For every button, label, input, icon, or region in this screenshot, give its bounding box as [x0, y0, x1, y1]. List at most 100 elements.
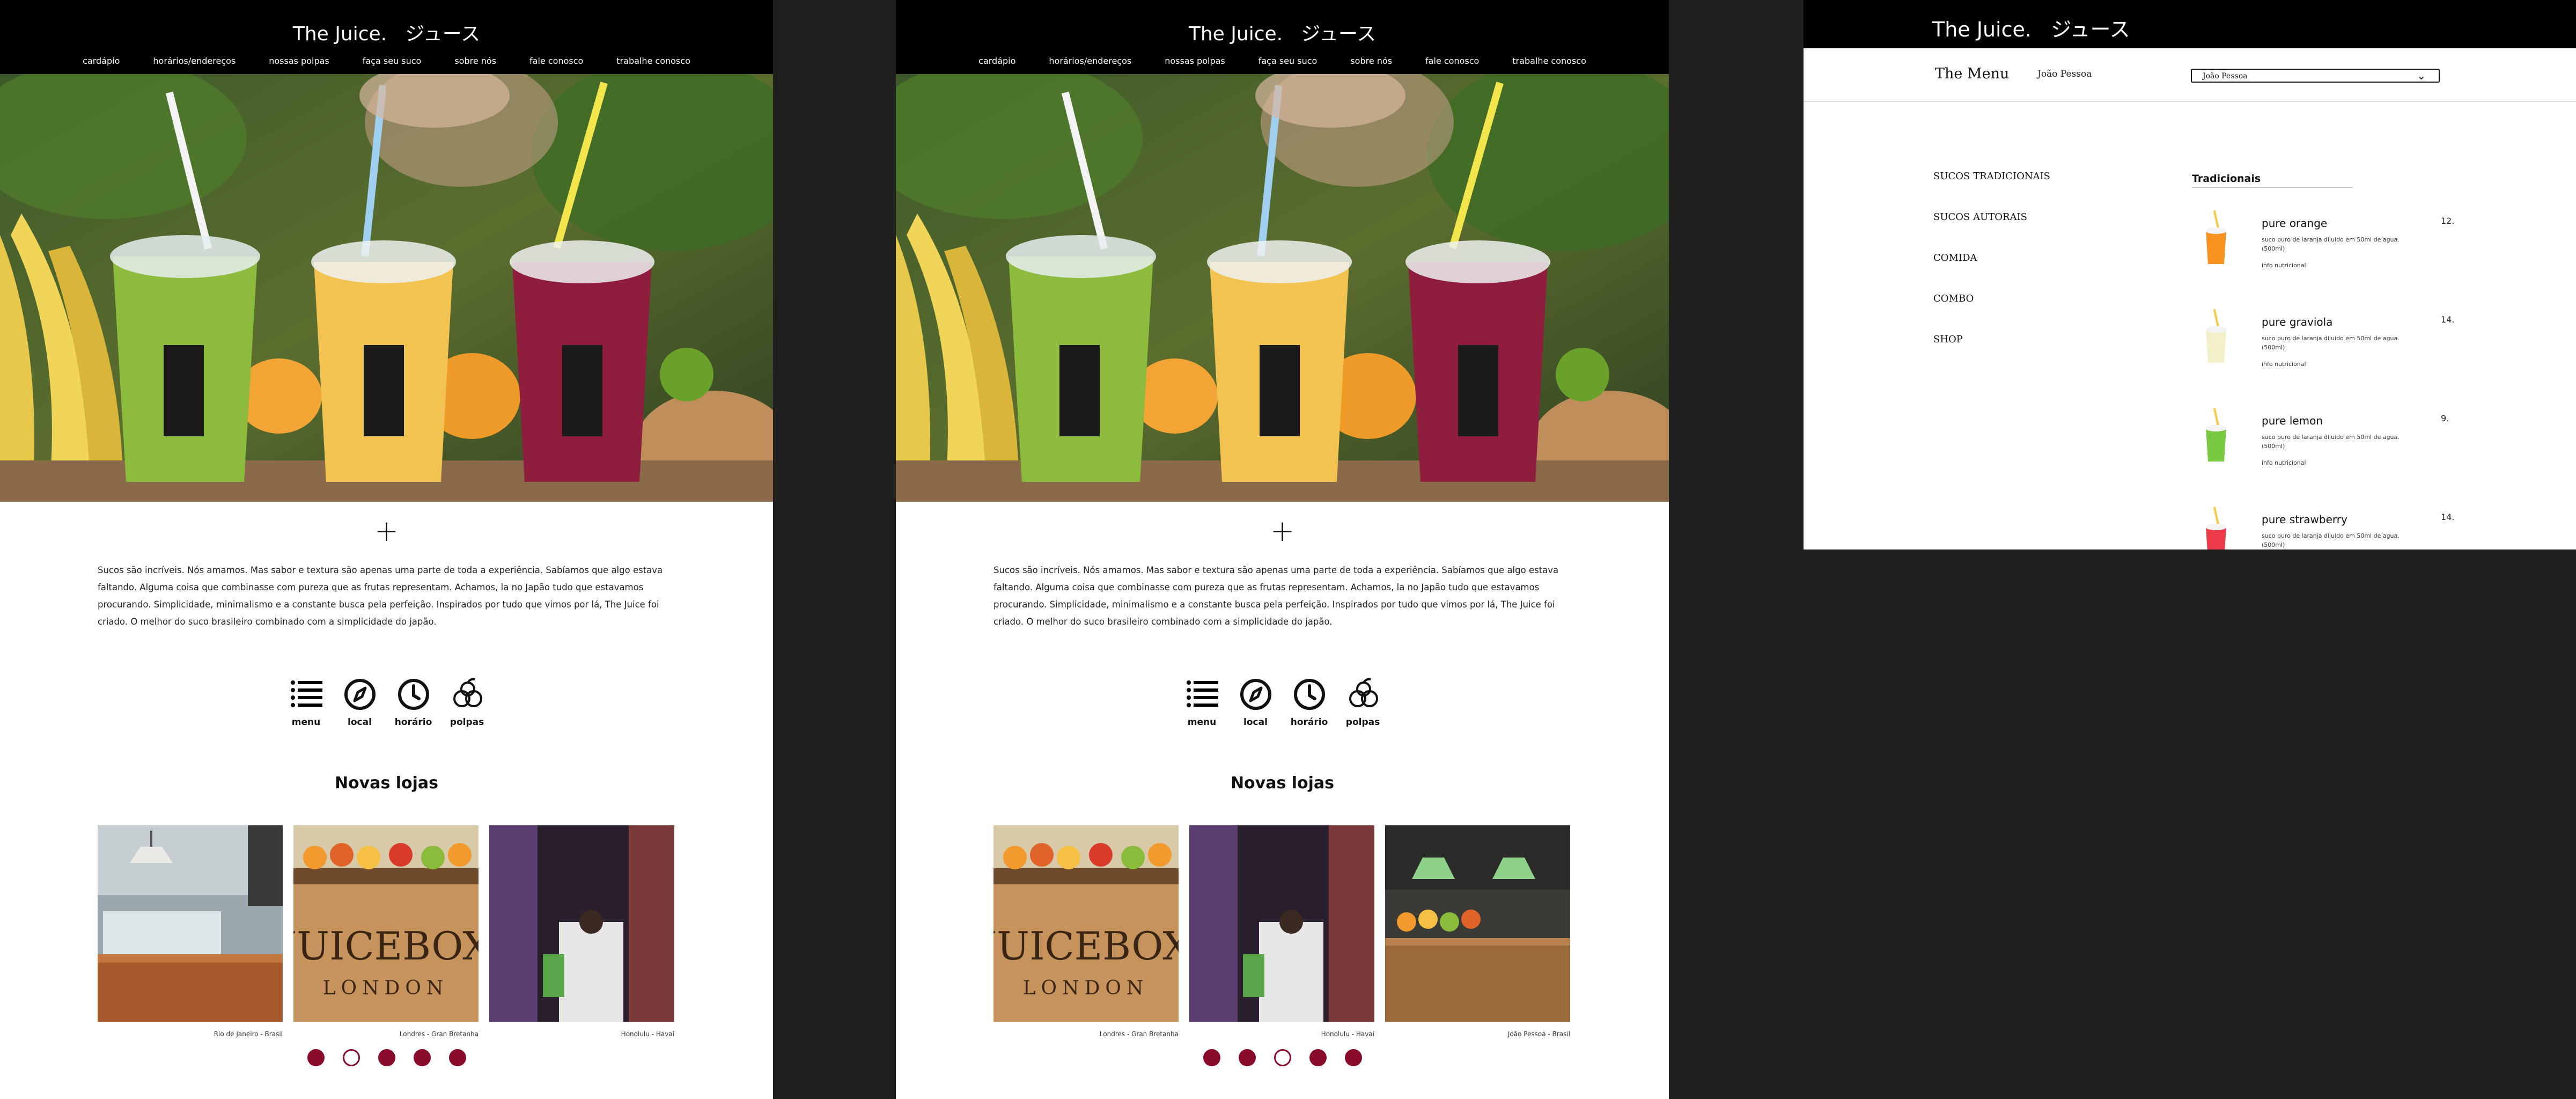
- list-icon: [290, 680, 322, 707]
- store-card-honolulu[interactable]: Honolulu - Havaí: [1189, 825, 1374, 1038]
- clock-icon: [398, 679, 429, 710]
- quick-link-label: horário: [394, 717, 432, 728]
- store-caption: Londres - Gran Bretanha: [1099, 1030, 1179, 1038]
- store-card-london[interactable]: JUICEBOX LONDON Londres - Gran Bretanha: [293, 825, 479, 1038]
- carousel-dot-3-active[interactable]: [1274, 1049, 1291, 1066]
- nav-link-fale-conosco[interactable]: fale conosco: [529, 56, 583, 66]
- quick-link-horario[interactable]: horário: [1290, 677, 1328, 728]
- city-select[interactable]: João Pessoa ⌄: [2191, 69, 2440, 83]
- svg-text:JUICEBOX: JUICEBOX: [293, 924, 479, 969]
- store-caption: Rio de Janeiro - Brasil: [214, 1030, 283, 1038]
- compass-icon: [1240, 679, 1271, 710]
- quick-links-row: menu local horário polpas: [896, 677, 1669, 728]
- clock-icon: [1293, 679, 1325, 710]
- carousel-dot-4[interactable]: [1309, 1049, 1327, 1066]
- store-photo-honolulu: [1189, 825, 1374, 1022]
- menu-item-name: pure strawberry: [2262, 513, 2347, 526]
- new-stores-title: Novas lojas: [334, 774, 439, 793]
- store-caption: Honolulu - Havaí: [1321, 1030, 1374, 1038]
- expand-plus-icon[interactable]: +: [896, 515, 1669, 547]
- list-icon: [1186, 680, 1218, 707]
- nav-link-sobre-nos[interactable]: sobre nós: [1350, 56, 1392, 66]
- carousel-dot-5[interactable]: [448, 1049, 466, 1066]
- nav-link-polpas[interactable]: nossas polpas: [269, 56, 329, 66]
- menu-items-list: pure orange 12. suco puro de laranja dil…: [2203, 210, 2557, 550]
- nav-link-fale-conosco[interactable]: fale conosco: [1425, 56, 1479, 66]
- quick-link-label: local: [348, 717, 372, 728]
- store-photo-joao-pessoa: [1385, 825, 1570, 1022]
- svg-text:LONDON: LONDON: [1023, 977, 1149, 999]
- compass-icon: [344, 679, 376, 710]
- category-shop[interactable]: SHOP: [1933, 334, 2050, 375]
- brand-logo[interactable]: The Juice. ジュース: [896, 18, 1669, 46]
- quick-link-label: local: [1243, 717, 1268, 728]
- menu-item-lemon[interactable]: pure lemon 9. suco puro de laranja dilui…: [2203, 408, 2557, 507]
- store-photo-london: JUICEBOX LONDON: [993, 825, 1179, 1022]
- menu-item-graviola[interactable]: pure graviola 14. suco puro de laranja d…: [2203, 309, 2557, 408]
- quick-link-local[interactable]: local: [342, 677, 378, 728]
- nav-link-trabalhe-conosco[interactable]: trabalhe conosco: [616, 56, 690, 66]
- menu-page-panel: The Juice. ジュース The Menu João Pessoa Joã…: [1804, 0, 2576, 550]
- menu-item-strawberry[interactable]: pure strawberry 14. suco puro de laranja…: [2203, 507, 2557, 550]
- menu-item-orange[interactable]: pure orange 12. suco puro de laranja dil…: [2203, 210, 2557, 309]
- juice-cup-orange: [2205, 210, 2227, 264]
- section-title: Tradicionais: [2192, 173, 2353, 188]
- quick-link-label: polpas: [1345, 717, 1380, 728]
- category-sucos-autorais[interactable]: SUCOS AUTORAIS: [1933, 211, 2050, 252]
- carousel-dot-2-active[interactable]: [342, 1049, 360, 1066]
- carousel-pagination: [896, 1049, 1669, 1066]
- menu-item-price: 14.: [2441, 512, 2455, 522]
- menu-item-name: pure graviola: [2262, 316, 2333, 328]
- store-card-honolulu[interactable]: Honolulu - Havaí: [489, 825, 674, 1038]
- quick-link-polpas[interactable]: polpas: [1345, 677, 1381, 728]
- main-nav: cardápio horários/endereços nossas polpa…: [0, 56, 773, 66]
- svg-text:JUICEBOX: JUICEBOX: [993, 924, 1179, 969]
- brand-logo[interactable]: The Juice. ジュース: [1932, 13, 2130, 42]
- brand-logo[interactable]: The Juice. ジュース: [0, 18, 773, 46]
- category-sucos-tradicionais[interactable]: SUCOS TRADICIONAIS: [1933, 171, 2050, 211]
- carousel-dot-1[interactable]: [1203, 1049, 1220, 1066]
- menu-categories: SUCOS TRADICIONAIS SUCOS AUTORAIS COMIDA…: [1933, 171, 2050, 375]
- nav-link-horarios[interactable]: horários/endereços: [153, 56, 235, 66]
- menu-item-description: suco puro de laranja diluido em 50ml de …: [2262, 236, 2400, 252]
- carousel-dot-1[interactable]: [307, 1049, 325, 1066]
- carousel-dot-2[interactable]: [1238, 1049, 1256, 1066]
- nutrition-info-link[interactable]: info nutricional: [2262, 262, 2306, 269]
- quick-link-local[interactable]: local: [1238, 677, 1274, 728]
- quick-link-menu[interactable]: menu: [289, 677, 324, 728]
- store-photo-london: JUICEBOX LONDON: [293, 825, 479, 1022]
- quick-link-label: menu: [291, 717, 321, 728]
- expand-plus-icon[interactable]: +: [0, 515, 773, 547]
- category-combo[interactable]: COMBO: [1933, 293, 2050, 334]
- quick-link-label: horário: [1290, 717, 1328, 728]
- intro-paragraph: Sucos são incríveis. Nós amamos. Mas sab…: [98, 565, 663, 627]
- nav-link-trabalhe-conosco[interactable]: trabalhe conosco: [1512, 56, 1586, 66]
- menu-item-description: suco puro de laranja diluido em 50ml de …: [2262, 335, 2400, 351]
- quick-link-polpas[interactable]: polpas: [450, 677, 485, 728]
- category-comida[interactable]: COMIDA: [1933, 252, 2050, 293]
- nav-link-horarios[interactable]: horários/endereços: [1049, 56, 1131, 66]
- menu-item-description: suco puro de laranja diluido em 50ml de …: [2262, 532, 2400, 548]
- stores-carousel: Rio de Janeiro - Brasil JUICEBOX LONDON …: [98, 825, 674, 1038]
- nav-link-faca-seu-suco[interactable]: faça seu suco: [363, 56, 422, 66]
- store-card-rio[interactable]: Rio de Janeiro - Brasil: [98, 825, 283, 1038]
- nav-link-faca-seu-suco[interactable]: faça seu suco: [1258, 56, 1318, 66]
- city-select-value: João Pessoa: [2203, 72, 2248, 80]
- nav-link-sobre-nos[interactable]: sobre nós: [454, 56, 496, 66]
- quick-link-horario[interactable]: horário: [394, 677, 432, 728]
- carousel-dot-5[interactable]: [1344, 1049, 1362, 1066]
- carousel-dot-3[interactable]: [378, 1049, 395, 1066]
- store-card-joao-pessoa[interactable]: João Pessoa - Brasil: [1385, 825, 1570, 1038]
- carousel-dot-4[interactable]: [413, 1049, 431, 1066]
- menu-header: The Menu João Pessoa João Pessoa ⌄: [1804, 48, 2576, 102]
- chevron-down-icon: ⌄: [2417, 69, 2426, 82]
- home-page-panel-1: The Juice. ジュース cardápio horários/endere…: [0, 0, 773, 1099]
- nav-link-polpas[interactable]: nossas polpas: [1165, 56, 1225, 66]
- nav-link-cardapio[interactable]: cardápio: [83, 56, 120, 66]
- store-card-london[interactable]: JUICEBOX LONDON Londres - Gran Bretanha: [993, 825, 1179, 1038]
- quick-link-menu[interactable]: menu: [1184, 677, 1220, 728]
- nav-link-cardapio[interactable]: cardápio: [978, 56, 1015, 66]
- nutrition-info-link[interactable]: info nutricional: [2262, 459, 2306, 466]
- quick-link-label: polpas: [450, 717, 484, 728]
- nutrition-info-link[interactable]: info nutricional: [2262, 361, 2306, 368]
